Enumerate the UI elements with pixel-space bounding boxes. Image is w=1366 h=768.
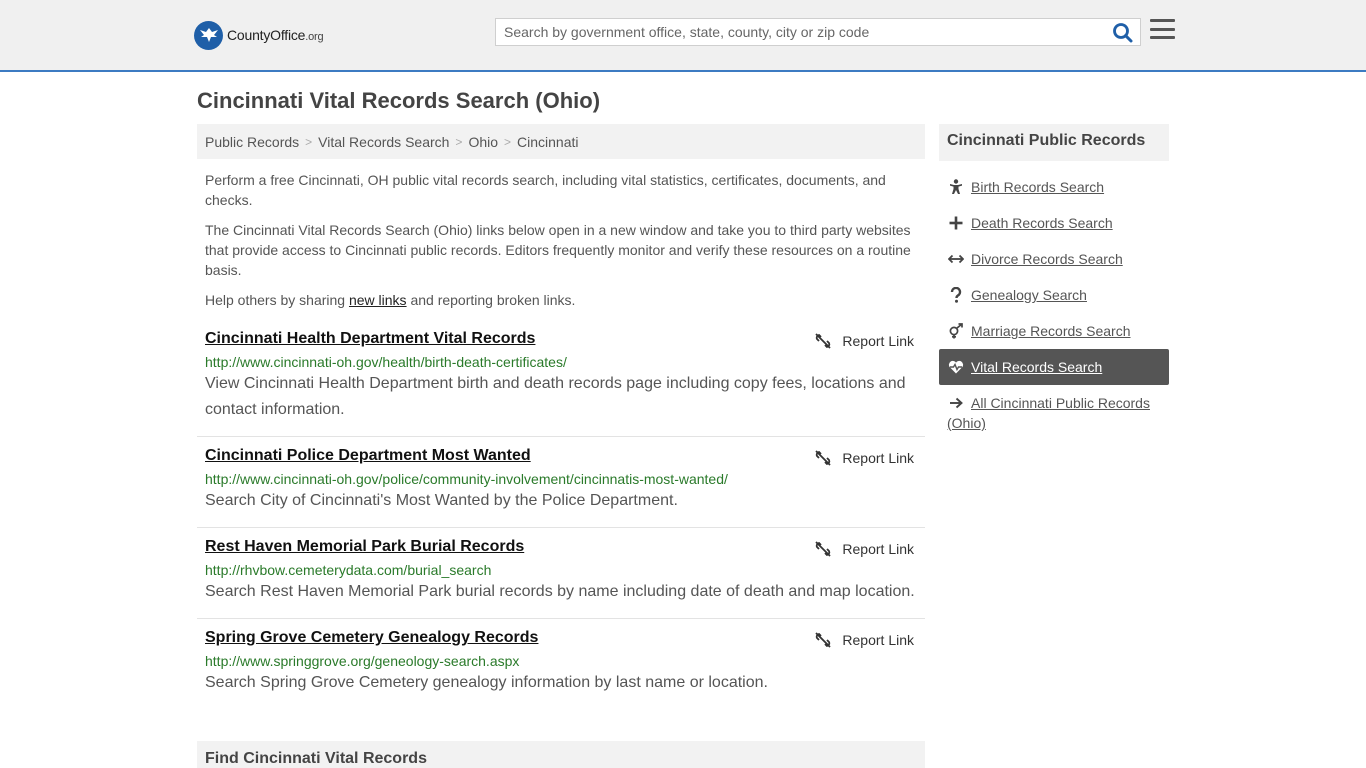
arrows-horizontal-icon xyxy=(948,251,964,267)
sidebar-item-vital-records[interactable]: Vital Records Search xyxy=(939,349,1169,385)
breadcrumb-separator-icon: > xyxy=(455,134,463,149)
broken-link-icon xyxy=(815,541,832,557)
breadcrumb-item[interactable]: Ohio xyxy=(468,134,498,150)
result-url[interactable]: http://rhvbow.cemeterydata.com/burial_se… xyxy=(205,562,925,578)
eagle-logo-icon xyxy=(194,20,223,50)
hamburger-menu-icon[interactable] xyxy=(1150,19,1175,41)
breadcrumb-item[interactable]: Public Records xyxy=(205,134,299,150)
page-title: Cincinnati Vital Records Search (Ohio) xyxy=(197,88,601,113)
site-logo[interactable]: CountyOffice.org xyxy=(194,20,324,50)
result-url[interactable]: http://www.cincinnati-oh.gov/police/comm… xyxy=(205,471,925,487)
help-paragraph: Help others by sharing new links and rep… xyxy=(205,292,576,308)
new-links-link[interactable]: new links xyxy=(349,292,407,308)
logo-text: CountyOffice.org xyxy=(227,27,324,43)
report-link-button[interactable]: Report Link xyxy=(815,632,914,648)
sidebar-item-marriage-records[interactable]: Marriage Records Search xyxy=(939,321,1169,341)
heartbeat-icon xyxy=(948,359,964,375)
find-records-heading: Find Cincinnati Vital Records xyxy=(197,741,925,768)
result-description: Search City of Cincinnati's Most Wanted … xyxy=(205,492,678,509)
result-description: Search Rest Haven Memorial Park burial r… xyxy=(205,583,915,600)
sidebar-item-all-public-records[interactable]: All Cincinnati Public Records (Ohio) xyxy=(939,393,1169,433)
broken-link-icon xyxy=(815,632,832,648)
result-url[interactable]: http://www.springgrove.org/geneology-sea… xyxy=(205,653,925,669)
search-button[interactable] xyxy=(1112,22,1134,44)
breadcrumb-item[interactable]: Vital Records Search xyxy=(318,134,449,150)
result-description: View Cincinnati Health Department birth … xyxy=(205,375,906,418)
report-link-button[interactable]: Report Link xyxy=(815,541,914,557)
result-title-link[interactable]: Spring Grove Cemetery Genealogy Records xyxy=(205,629,538,647)
result-item: Cincinnati Police Department Most Wanted… xyxy=(197,447,925,528)
arrow-right-icon xyxy=(948,395,964,411)
result-item: Spring Grove Cemetery Genealogy Records … xyxy=(197,629,925,710)
result-title-link[interactable]: Cincinnati Health Department Vital Recor… xyxy=(205,330,535,348)
sidebar-heading: Cincinnati Public Records xyxy=(939,124,1169,161)
gender-icon xyxy=(948,323,964,339)
result-title-link[interactable]: Cincinnati Police Department Most Wanted xyxy=(205,447,531,465)
result-description: Search Spring Grove Cemetery genealogy i… xyxy=(205,674,768,691)
result-title-link[interactable]: Rest Haven Memorial Park Burial Records xyxy=(205,538,524,556)
intro-paragraph: Perform a free Cincinnati, OH public vit… xyxy=(205,172,886,208)
breadcrumb-separator-icon: > xyxy=(504,134,512,149)
child-icon xyxy=(948,179,964,195)
search-box xyxy=(495,18,1141,46)
broken-link-icon xyxy=(815,333,832,349)
search-icon xyxy=(1113,23,1133,43)
sidebar-item-genealogy[interactable]: Genealogy Search xyxy=(939,285,1169,305)
cross-icon xyxy=(948,215,964,231)
question-icon xyxy=(948,287,964,303)
sidebar-item-death-records[interactable]: Death Records Search xyxy=(939,213,1169,233)
search-input[interactable] xyxy=(496,19,1106,45)
breadcrumb-separator-icon: > xyxy=(305,134,313,149)
site-header: CountyOffice.org xyxy=(0,0,1366,72)
result-item: Cincinnati Health Department Vital Recor… xyxy=(197,330,925,437)
report-link-button[interactable]: Report Link xyxy=(815,450,914,466)
result-item: Rest Haven Memorial Park Burial Records … xyxy=(197,538,925,619)
result-url[interactable]: http://www.cincinnati-oh.gov/health/birt… xyxy=(205,354,925,370)
report-link-button[interactable]: Report Link xyxy=(815,333,914,349)
sidebar-item-divorce-records[interactable]: Divorce Records Search xyxy=(939,249,1169,269)
broken-link-icon xyxy=(815,450,832,466)
breadcrumb-current: Cincinnati xyxy=(517,133,579,150)
intro-paragraph: The Cincinnati Vital Records Search (Ohi… xyxy=(205,222,911,278)
sidebar-item-birth-records[interactable]: Birth Records Search xyxy=(939,177,1169,197)
breadcrumb: Public Records > Vital Records Search > … xyxy=(197,124,925,159)
